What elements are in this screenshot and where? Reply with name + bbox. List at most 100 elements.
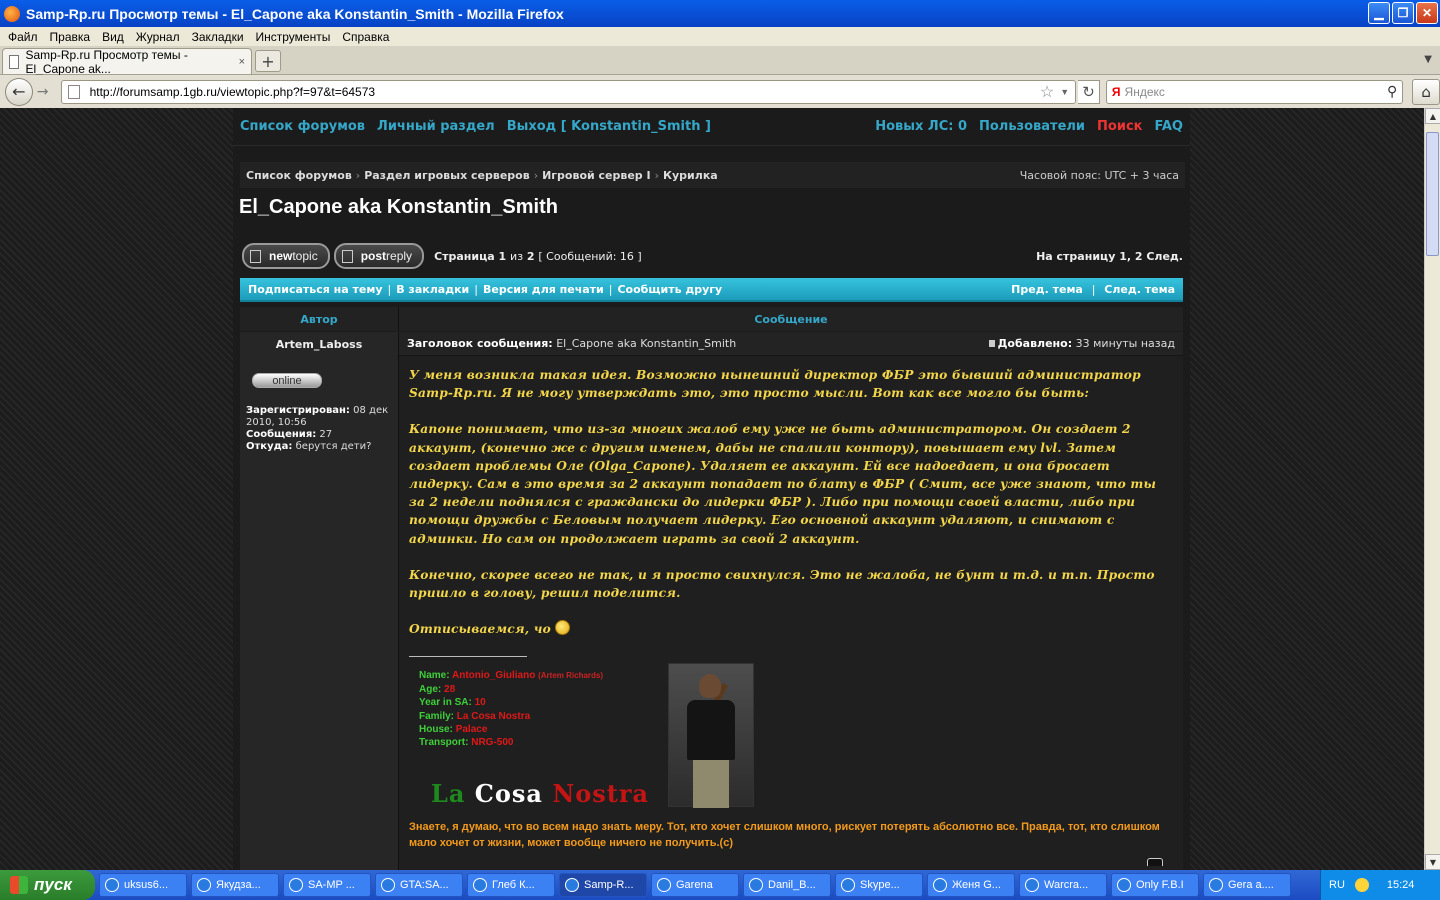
taskbar-item[interactable]: SA-MP ... bbox=[283, 873, 371, 897]
forum-top-nav-right: Новых ЛС: 0 Пользователи Поиск FAQ bbox=[863, 119, 1183, 134]
logo-cosa: Cosa bbox=[474, 779, 543, 809]
link-personal-section[interactable]: Личный раздел bbox=[377, 119, 495, 134]
page-info: Страница 1 из 2 [ Сообщений: 16 ] bbox=[434, 250, 642, 263]
taskbar-item-label: Якудза... bbox=[216, 879, 261, 891]
breadcrumb-item[interactable]: Раздел игровых серверов bbox=[364, 169, 530, 182]
la-cosa-nostra-logo: La Cosa Nostra bbox=[431, 779, 649, 808]
link-logout[interactable]: Выход [ Konstantin_Smith ] bbox=[507, 119, 711, 134]
bookmark-star-icon[interactable]: ☆ bbox=[1040, 82, 1054, 102]
taskbar-item[interactable]: Женя G... bbox=[927, 873, 1015, 897]
skype-icon bbox=[1117, 878, 1131, 892]
author-profile: Зарегистрирован: 08 дек 2010, 10:56 Сооб… bbox=[246, 405, 392, 453]
tray-icon[interactable] bbox=[1354, 878, 1369, 892]
post-reply-button[interactable]: post reply bbox=[333, 243, 425, 269]
link-print-version[interactable]: Версия для печати bbox=[483, 283, 604, 296]
sig-value: La Cosa Nostra bbox=[456, 710, 531, 722]
home-button[interactable]: ⌂ bbox=[1412, 78, 1440, 105]
sig-key: Year in SA: bbox=[419, 697, 472, 709]
close-window-button[interactable]: ✕ bbox=[1416, 2, 1438, 24]
browser-tab[interactable]: Samp-Rp.ru Просмотр темы - El_Capone ak.… bbox=[2, 48, 252, 76]
new-tab-button[interactable]: + bbox=[255, 50, 281, 72]
link-tell-friend[interactable]: Сообщить другу bbox=[617, 283, 722, 296]
sig-value: 10 bbox=[474, 697, 486, 709]
menu-tools[interactable]: Инструменты bbox=[250, 30, 337, 44]
taskbar-item[interactable]: uksus6... bbox=[99, 873, 187, 897]
taskbar-item-label: Only F.B.I bbox=[1136, 879, 1184, 891]
link-faq[interactable]: FAQ bbox=[1154, 119, 1183, 134]
scroll-up-icon[interactable]: ▲ bbox=[1425, 108, 1440, 124]
sig-extra: (Artem Richards) bbox=[538, 671, 604, 681]
link-next-topic[interactable]: След. тема bbox=[1104, 283, 1175, 296]
tab-close-icon[interactable]: × bbox=[239, 56, 245, 68]
vertical-scrollbar[interactable]: ▲ ▼ bbox=[1424, 108, 1440, 870]
forward-button[interactable]: → bbox=[33, 81, 53, 103]
tab-bar: Samp-Rp.ru Просмотр темы - El_Capone ak.… bbox=[0, 46, 1440, 76]
taskbar-item-active[interactable]: Samp-R... bbox=[559, 873, 647, 897]
back-button[interactable]: ← bbox=[5, 77, 33, 106]
url-dropdown-icon[interactable]: ▼ bbox=[1060, 87, 1069, 97]
skype-icon bbox=[933, 878, 947, 892]
clock[interactable]: 15:24 bbox=[1387, 879, 1415, 891]
sig-row-name: Name: Antonio_Giuliano (Artem Richards) bbox=[419, 669, 603, 682]
link-users[interactable]: Пользователи bbox=[979, 119, 1085, 134]
link-prev-topic[interactable]: Пред. тема bbox=[1011, 283, 1083, 296]
scroll-thumb[interactable] bbox=[1426, 132, 1439, 256]
link-bookmark[interactable]: В закладки bbox=[396, 283, 469, 296]
link-search[interactable]: Поиск bbox=[1097, 119, 1142, 134]
menu-history[interactable]: Журнал bbox=[130, 30, 186, 44]
logo-nostra: Nostra bbox=[552, 779, 650, 809]
forum-post: Artem_Laboss online Зарегистрирован: 08 … bbox=[240, 332, 1183, 870]
topic-nav-links: Пред. тема | След. тема bbox=[1011, 283, 1175, 296]
back-to-top-icon[interactable] bbox=[1147, 858, 1163, 866]
scroll-down-icon[interactable]: ▼ bbox=[1425, 854, 1440, 870]
messages-label: Сообщения: bbox=[246, 429, 317, 440]
taskbar-item-label: Samp-R... bbox=[584, 879, 634, 891]
taskbar-item[interactable]: Skype... bbox=[835, 873, 923, 897]
taskbar-item[interactable]: Garena bbox=[651, 873, 739, 897]
taskbar-item[interactable]: Danil_B... bbox=[743, 873, 831, 897]
post-body: У меня возникла такая идея. Возможно нын… bbox=[399, 356, 1183, 638]
post-link-icon[interactable] bbox=[988, 340, 995, 347]
post-paragraph: Конечно, скорее всего не так, и я просто… bbox=[409, 567, 1155, 601]
start-button[interactable]: пуск bbox=[0, 870, 95, 900]
link-new-pm[interactable]: Новых ЛС: 0 bbox=[875, 119, 967, 134]
taskbar-item[interactable]: Gera a.... bbox=[1203, 873, 1291, 897]
breadcrumb-item[interactable]: Курилка bbox=[663, 169, 718, 182]
minimize-button[interactable]: ▁ bbox=[1368, 2, 1390, 24]
search-bar[interactable]: Я Яндекс ⚲ bbox=[1105, 79, 1404, 104]
tab-list-icon[interactable]: ▼ bbox=[1424, 54, 1432, 65]
url-text[interactable]: http://forumsamp.1gb.ru/viewtopic.php?f=… bbox=[90, 85, 376, 99]
menu-help[interactable]: Справка bbox=[336, 30, 395, 44]
pagination-links[interactable]: На страницу 1, 2 След. bbox=[1036, 250, 1183, 263]
taskbar-item[interactable]: Only F.B.I bbox=[1111, 873, 1199, 897]
skype-icon bbox=[841, 878, 855, 892]
firefox-icon bbox=[4, 5, 20, 22]
subject-value[interactable]: El_Capone aka Konstantin_Smith bbox=[556, 337, 736, 350]
taskbar-item[interactable]: Warcra... bbox=[1019, 873, 1107, 897]
sig-key: Transport: bbox=[419, 737, 469, 749]
skin-legs bbox=[693, 760, 729, 809]
menu-file[interactable]: Файл bbox=[2, 30, 44, 44]
breadcrumb-item[interactable]: Список форумов bbox=[246, 169, 352, 182]
messages-value: 27 bbox=[319, 429, 333, 440]
menu-edit[interactable]: Правка bbox=[44, 30, 97, 44]
taskbar-item[interactable]: Глеб К... bbox=[467, 873, 555, 897]
breadcrumb-item[interactable]: Игровой сервер I bbox=[542, 169, 651, 182]
menu-bookmarks[interactable]: Закладки bbox=[186, 30, 250, 44]
url-bar[interactable]: http://forumsamp.1gb.ru/viewtopic.php?f=… bbox=[60, 79, 1077, 104]
post-author-name[interactable]: Artem_Laboss bbox=[246, 338, 392, 351]
link-forum-list[interactable]: Список форумов bbox=[240, 119, 365, 134]
topic-title[interactable]: El_Capone aka Konstantin_Smith bbox=[239, 196, 558, 219]
reload-button[interactable]: ↻ bbox=[1078, 79, 1100, 104]
restore-button[interactable]: ❐ bbox=[1392, 2, 1414, 24]
link-subscribe[interactable]: Подписаться на тему bbox=[248, 283, 383, 296]
yandex-icon[interactable]: Я bbox=[1112, 85, 1121, 99]
taskbar-item[interactable]: Якудза... bbox=[191, 873, 279, 897]
menu-view[interactable]: Вид bbox=[96, 30, 130, 44]
search-icon[interactable]: ⚲ bbox=[1387, 83, 1397, 100]
search-input[interactable]: Яндекс bbox=[1125, 85, 1165, 99]
language-indicator[interactable]: RU bbox=[1329, 879, 1345, 891]
breadcrumb-separator: › bbox=[654, 168, 660, 182]
new-topic-button[interactable]: new topic bbox=[242, 243, 330, 269]
taskbar-item[interactable]: GTA:SA... bbox=[375, 873, 463, 897]
